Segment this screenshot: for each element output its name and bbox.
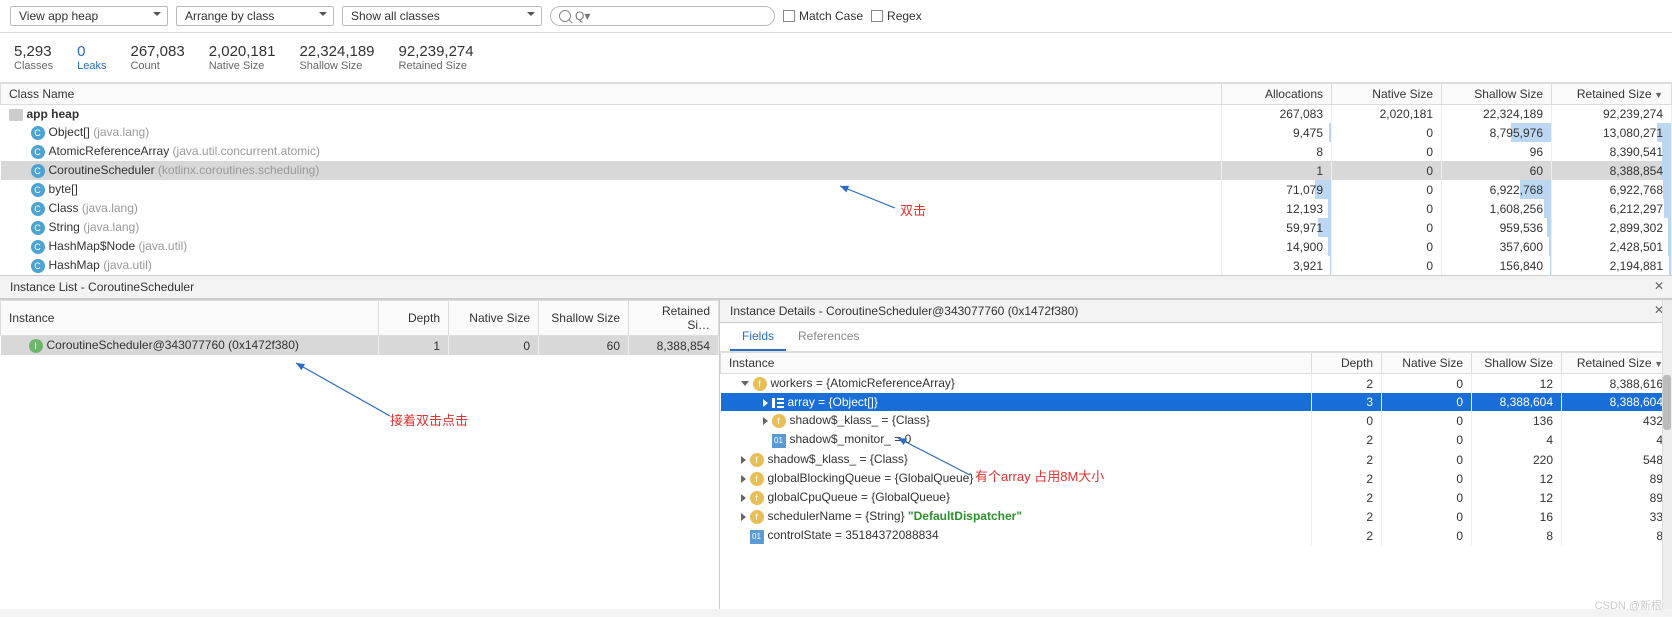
field-icon: f: [750, 491, 764, 505]
table-row[interactable]: Cbyte[] 71,079 0 6,922,768 6,922,768: [1, 180, 1672, 199]
regex-checkbox[interactable]: Regex: [871, 9, 922, 23]
tab-references[interactable]: References: [786, 323, 871, 351]
col-alloc[interactable]: Allocations: [1222, 84, 1332, 105]
col-classname[interactable]: Class Name: [1, 84, 1222, 105]
stat-native-lbl: Native Size: [209, 60, 265, 72]
table-row[interactable]: 01controlState = 35184372088834 2088: [721, 526, 1672, 546]
col-native[interactable]: Native Size: [1332, 84, 1442, 105]
search-input[interactable]: [571, 7, 766, 25]
stat-shallow-num: 22,324,189: [299, 43, 374, 60]
instance-details-pane: Instance Details - CoroutineScheduler@34…: [720, 300, 1672, 609]
table-row[interactable]: CString (java.lang) 59,971 0 959,536 2,8…: [1, 218, 1672, 237]
chevron-right-icon[interactable]: [763, 399, 768, 407]
instance-list-pane: Instance Depth Native Size Shallow Size …: [0, 300, 720, 609]
stats-bar: 5,293Classes 0Leaks 267,083Count 2,020,1…: [0, 33, 1672, 83]
heap-dropdown[interactable]: View app heap: [10, 6, 168, 26]
table-row[interactable]: CObject[] (java.lang) 9,475 0 8,795,976 …: [1, 123, 1672, 142]
instance-list-title: Instance List - CoroutineScheduler: [10, 280, 194, 294]
chevron-right-icon[interactable]: [741, 513, 746, 521]
watermark: CSDN @新根: [1595, 597, 1662, 613]
il-col-retained[interactable]: Retained Si…: [629, 301, 719, 336]
table-row[interactable]: fworkers = {AtomicReferenceArray} 20128,…: [721, 374, 1672, 394]
chevron-right-icon[interactable]: [741, 475, 746, 483]
stat-shallow-lbl: Shallow Size: [299, 60, 362, 72]
field-icon: f: [750, 510, 764, 524]
details-tabs: Fields References: [720, 323, 1672, 352]
col-shallow[interactable]: Shallow Size: [1442, 84, 1552, 105]
table-row[interactable]: fglobalCpuQueue = {GlobalQueue} 201289: [721, 488, 1672, 507]
instance-list-header: Instance List - CoroutineScheduler ✕: [0, 275, 1672, 299]
table-row[interactable]: CAtomicReferenceArray (java.util.concurr…: [1, 142, 1672, 161]
class-icon: C: [31, 183, 45, 197]
chevron-right-icon[interactable]: [741, 494, 746, 502]
stat-native-num: 2,020,181: [209, 43, 276, 60]
array-icon: [772, 398, 784, 408]
field-icon: f: [772, 414, 786, 428]
class-icon: C: [31, 240, 45, 254]
stat-leaks-num[interactable]: 0: [77, 43, 85, 60]
primitive-icon: 01: [750, 530, 764, 544]
chevron-down-icon[interactable]: [741, 381, 749, 386]
class-icon: C: [31, 145, 45, 159]
id-col-inst[interactable]: Instance: [721, 353, 1312, 374]
field-icon: f: [750, 472, 764, 486]
class-icon: C: [31, 126, 45, 140]
id-col-native[interactable]: Native Size: [1382, 353, 1472, 374]
stat-count-lbl: Count: [130, 60, 159, 72]
instance-details-header: Instance Details - CoroutineScheduler@34…: [720, 300, 1672, 323]
field-icon: f: [750, 453, 764, 467]
class-icon: C: [31, 164, 45, 178]
arrange-dropdown[interactable]: Arrange by class: [176, 6, 334, 26]
il-col-shallow[interactable]: Shallow Size: [539, 301, 629, 336]
table-row[interactable]: fglobalBlockingQueue = {GlobalQueue} 201…: [721, 469, 1672, 488]
table-row[interactable]: array = {Object[]} 308,388,6048,388,604: [721, 393, 1672, 411]
stat-count-num: 267,083: [130, 43, 184, 60]
il-col-depth[interactable]: Depth: [379, 301, 449, 336]
table-row[interactable]: ICoroutineScheduler@343077760 (0x1472f38…: [1, 336, 719, 356]
table-row[interactable]: fschedulerName = {String} "DefaultDispat…: [721, 507, 1672, 526]
class-icon: C: [31, 202, 45, 216]
stat-retained-num: 92,239,274: [399, 43, 474, 60]
class-icon: C: [31, 221, 45, 235]
stat-leaks-lbl[interactable]: Leaks: [77, 60, 106, 72]
match-case-checkbox[interactable]: Match Case: [783, 9, 863, 23]
match-case-label: Match Case: [799, 9, 863, 23]
toolbar: View app heap Arrange by class Show all …: [0, 0, 1672, 33]
scrollbar[interactable]: [1662, 300, 1672, 609]
folder-icon: [9, 109, 23, 121]
id-col-shallow[interactable]: Shallow Size: [1472, 353, 1562, 374]
instance-list-table: Instance Depth Native Size Shallow Size …: [0, 300, 719, 355]
col-retained[interactable]: Retained Size: [1552, 84, 1672, 105]
chevron-right-icon[interactable]: [741, 456, 746, 464]
show-dropdown[interactable]: Show all classes: [342, 6, 542, 26]
close-icon[interactable]: ✕: [1654, 279, 1664, 293]
stat-classes-num: 5,293: [14, 43, 52, 60]
tab-fields[interactable]: Fields: [730, 323, 786, 351]
field-icon: f: [753, 377, 767, 391]
table-row[interactable]: CHashMap (java.util) 3,921 0 156,840 2,1…: [1, 256, 1672, 275]
table-row[interactable]: 01shadow$_monitor_ = 0 2044: [721, 430, 1672, 450]
table-row[interactable]: CClass (java.lang) 12,193 0 1,608,256 6,…: [1, 199, 1672, 218]
class-table: Class Name Allocations Native Size Shall…: [0, 83, 1672, 275]
primitive-icon: 01: [772, 434, 786, 448]
instance-icon: I: [29, 339, 43, 353]
il-col-native[interactable]: Native Size: [449, 301, 539, 336]
stat-retained-lbl: Retained Size: [399, 60, 468, 72]
table-row[interactable]: fshadow$_klass_ = {Class} 20220548: [721, 450, 1672, 469]
search-icon: [559, 10, 571, 22]
regex-label: Regex: [887, 9, 922, 23]
table-row[interactable]: CHashMap$Node (java.util) 14,900 0 357,6…: [1, 237, 1672, 256]
chevron-right-icon[interactable]: [763, 417, 768, 425]
il-col-inst[interactable]: Instance: [1, 301, 379, 336]
id-col-depth[interactable]: Depth: [1312, 353, 1382, 374]
details-table: Instance Depth Native Size Shallow Size …: [720, 352, 1672, 546]
class-icon: C: [31, 259, 45, 273]
stat-classes-lbl: Classes: [14, 60, 53, 72]
instance-details-title: Instance Details - CoroutineScheduler@34…: [730, 304, 1078, 318]
id-col-retained[interactable]: Retained Size: [1562, 353, 1672, 374]
table-row[interactable]: CCoroutineScheduler (kotlinx.coroutines.…: [1, 161, 1672, 180]
table-row[interactable]: app heap267,0832,020,18122,324,18992,239…: [1, 105, 1672, 124]
table-row[interactable]: fshadow$_klass_ = {Class} 00136432: [721, 411, 1672, 430]
search-box[interactable]: [550, 6, 775, 26]
